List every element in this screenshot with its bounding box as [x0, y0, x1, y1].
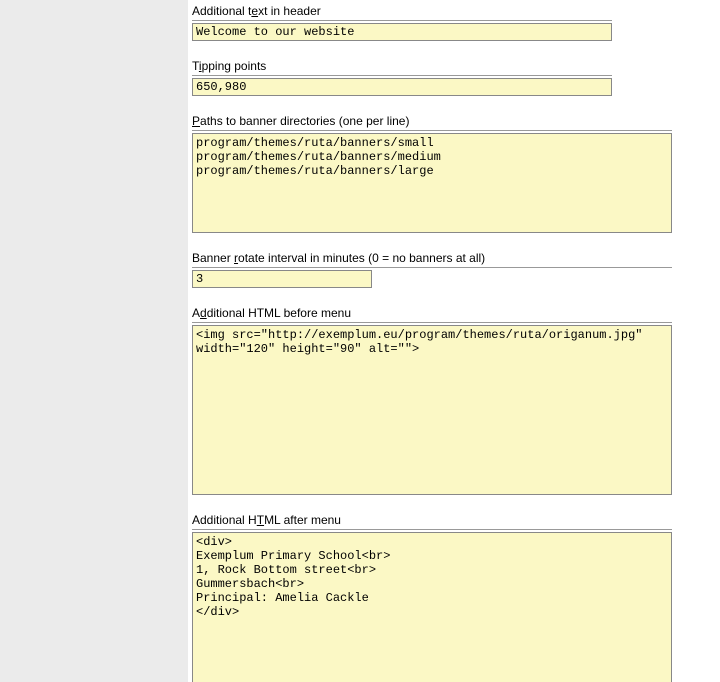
label-html-after-menu: Additional HTML after menu [192, 513, 672, 530]
left-gutter [0, 0, 188, 682]
form-scroll-area[interactable]: Additional text in header Tipping points… [188, 0, 720, 682]
field-rotate-interval: Banner rotate interval in minutes (0 = n… [192, 251, 702, 288]
label-part: Banner [192, 251, 234, 265]
html-before-menu-textarea[interactable] [192, 325, 672, 495]
label-part: aths to banner directories (one per line… [200, 114, 409, 128]
label-part: Additional t [192, 4, 251, 18]
label-part: pping points [202, 59, 267, 73]
accesskey: P [192, 114, 200, 128]
html-after-menu-textarea[interactable] [192, 532, 672, 682]
rotate-interval-input[interactable] [192, 270, 372, 288]
field-banner-paths: Paths to banner directories (one per lin… [192, 114, 702, 233]
label-part: ML after menu [264, 513, 341, 527]
label-rotate-interval: Banner rotate interval in minutes (0 = n… [192, 251, 672, 268]
field-tipping-points: Tipping points [192, 59, 702, 96]
label-banner-paths: Paths to banner directories (one per lin… [192, 114, 672, 131]
field-header-text: Additional text in header [192, 4, 702, 41]
accesskey: T [257, 513, 264, 527]
viewport: Additional text in header Tipping points… [0, 0, 720, 682]
tipping-points-input[interactable] [192, 78, 612, 96]
accesskey: d [200, 306, 207, 320]
label-tipping-points: Tipping points [192, 59, 612, 76]
label-part: ditional HTML before menu [207, 306, 351, 320]
label-part: otate interval in minutes (0 = no banner… [238, 251, 485, 265]
field-html-after-menu: Additional HTML after menu [192, 513, 702, 682]
label-part: A [192, 306, 200, 320]
label-part: Additional H [192, 513, 257, 527]
label-header-text: Additional text in header [192, 4, 612, 21]
label-part: T [192, 59, 199, 73]
field-html-before-menu: Additional HTML before menu [192, 306, 702, 495]
banner-paths-textarea[interactable] [192, 133, 672, 233]
label-part: xt in header [258, 4, 321, 18]
header-text-input[interactable] [192, 23, 612, 41]
label-html-before-menu: Additional HTML before menu [192, 306, 672, 323]
